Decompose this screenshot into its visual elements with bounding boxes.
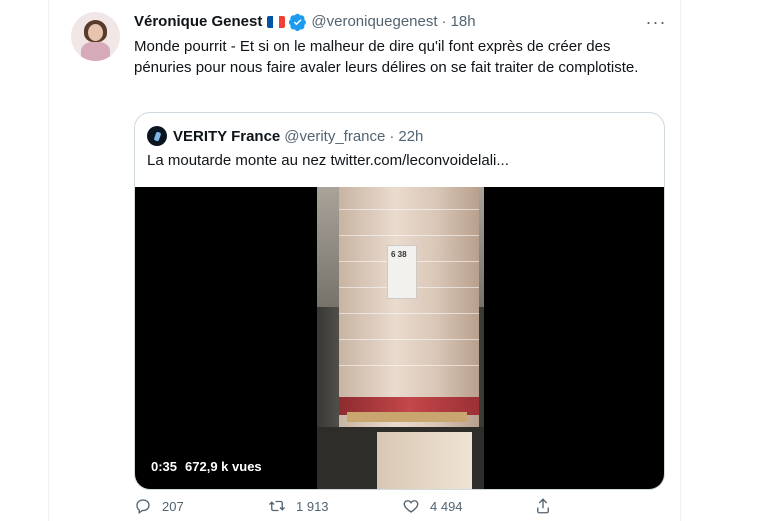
pallet-wood bbox=[347, 412, 467, 422]
wrapped-pallet bbox=[339, 187, 479, 427]
french-flag-icon bbox=[267, 16, 286, 28]
video-player[interactable]: 6 38 0:35 672,9 k vues bbox=[135, 187, 664, 489]
video-duration: 0:35 bbox=[151, 459, 178, 474]
author-avatar[interactable] bbox=[71, 12, 120, 61]
tweet-text: Monde pourrit - Et si on le malheur de d… bbox=[134, 38, 639, 76]
tweet-header: Véronique Genest @veroniquegenest · 18h bbox=[134, 12, 476, 32]
verified-badge-icon bbox=[289, 13, 307, 31]
wrap-line bbox=[339, 313, 479, 314]
video-views: 672,9 k vues bbox=[185, 459, 262, 474]
ellipsis-icon: ··· bbox=[645, 11, 667, 32]
quoted-header-separator: · bbox=[389, 127, 395, 145]
header-separator: · bbox=[441, 13, 447, 30]
video-frame: 6 38 bbox=[317, 187, 484, 489]
tweet-actions: 207 1 913 4 494 bbox=[134, 497, 634, 517]
like-button[interactable]: 4 494 bbox=[402, 497, 463, 515]
share-button[interactable] bbox=[534, 497, 552, 515]
timeline-right-border bbox=[680, 0, 681, 521]
tweet[interactable]: Véronique Genest @veroniquegenest · 18h … bbox=[49, 0, 680, 521]
reply-count: 207 bbox=[162, 498, 184, 514]
wrap-line bbox=[339, 339, 479, 340]
quoted-author-handle: @verity_france bbox=[284, 127, 386, 145]
author-name[interactable]: Véronique Genest bbox=[134, 12, 262, 32]
avatar-body bbox=[81, 42, 110, 61]
quoted-author-avatar bbox=[147, 126, 167, 146]
retweet-button[interactable]: 1 913 bbox=[268, 497, 329, 515]
avatar-face bbox=[88, 24, 103, 41]
wrap-line bbox=[339, 365, 479, 366]
more-options-button[interactable]: ··· bbox=[646, 12, 666, 32]
quoted-author-name: VERITY France bbox=[173, 127, 281, 145]
like-count: 4 494 bbox=[430, 498, 463, 514]
video-info: 0:35 672,9 k vues bbox=[151, 459, 262, 474]
quoted-tweet[interactable]: VERITY France @verity_france · 22h La mo… bbox=[134, 112, 665, 490]
retweet-icon bbox=[269, 500, 285, 512]
wrap-line bbox=[339, 235, 479, 236]
share-icon bbox=[537, 498, 549, 514]
author-handle[interactable]: @veroniquegenest bbox=[311, 12, 437, 32]
pallet-label-text: 6 38 bbox=[391, 250, 407, 259]
retweet-count: 1 913 bbox=[296, 498, 329, 514]
quoted-tweet-text: La moutarde monte au nez twitter.com/lec… bbox=[147, 152, 509, 169]
foreground-box bbox=[377, 432, 472, 489]
quoted-tweet-time: 22h bbox=[398, 127, 424, 145]
quoted-tweet-header: VERITY France @verity_france · 22h bbox=[147, 126, 423, 146]
reply-icon bbox=[136, 499, 150, 515]
tweet-time[interactable]: 18h bbox=[451, 12, 476, 32]
reply-button[interactable]: 207 bbox=[134, 497, 184, 515]
heart-icon bbox=[403, 500, 419, 513]
pallet-label: 6 38 bbox=[387, 245, 417, 299]
wrap-line bbox=[339, 209, 479, 210]
